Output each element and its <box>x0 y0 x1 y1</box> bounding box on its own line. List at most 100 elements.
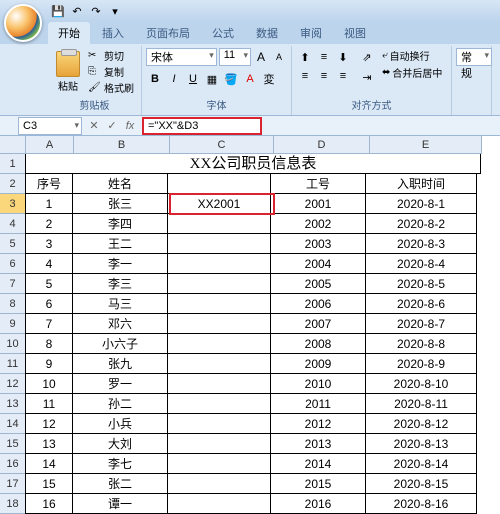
cell[interactable]: 姓名 <box>72 174 168 194</box>
align-top-button[interactable]: ⬆ <box>296 48 314 66</box>
cell[interactable]: 2008 <box>270 334 366 354</box>
italic-button[interactable]: I <box>165 70 183 88</box>
tab-review[interactable]: 审阅 <box>290 22 332 44</box>
border-button[interactable]: ▦ <box>203 70 221 88</box>
title-cell[interactable]: XX公司职员信息表 <box>25 154 481 174</box>
tab-layout[interactable]: 页面布局 <box>136 22 200 44</box>
fill-color-button[interactable]: 🪣 <box>222 70 240 88</box>
cell[interactable]: 大刘 <box>72 434 168 454</box>
row-header[interactable]: 6 <box>0 254 26 274</box>
cell[interactable]: 罗一 <box>72 374 168 394</box>
align-bottom-button[interactable]: ⬇ <box>334 48 352 66</box>
cell[interactable]: 2007 <box>270 314 366 334</box>
row-header[interactable]: 13 <box>0 394 26 414</box>
cell[interactable]: 15 <box>25 474 73 494</box>
cell[interactable]: 工号 <box>270 174 366 194</box>
row-header[interactable]: 1 <box>0 154 26 174</box>
bold-button[interactable]: B <box>146 70 164 88</box>
cell[interactable]: 邓六 <box>72 314 168 334</box>
row-header[interactable]: 18 <box>0 494 26 514</box>
cancel-icon[interactable]: ✕ <box>86 118 102 134</box>
cell[interactable]: 1 <box>25 194 73 214</box>
cell[interactable]: 李三 <box>72 274 168 294</box>
cell[interactable] <box>167 434 271 454</box>
cell[interactable]: 2020-8-16 <box>365 494 477 514</box>
font-name-select[interactable]: 宋体 <box>146 48 217 66</box>
shrink-font-button[interactable]: A <box>271 48 287 66</box>
tab-home[interactable]: 开始 <box>48 22 90 44</box>
formula-input[interactable]: ="XX"&D3 <box>142 117 262 135</box>
tab-data[interactable]: 数据 <box>246 22 288 44</box>
enter-icon[interactable]: ✓ <box>104 118 120 134</box>
cell[interactable]: 谭一 <box>72 494 168 514</box>
cell[interactable]: 张九 <box>72 354 168 374</box>
cell[interactable] <box>167 374 271 394</box>
cell[interactable]: 王二 <box>72 234 168 254</box>
row-header[interactable]: 14 <box>0 414 26 434</box>
undo-icon[interactable]: ↶ <box>69 3 85 19</box>
row-header[interactable]: 4 <box>0 214 26 234</box>
cell[interactable]: 李一 <box>72 254 168 274</box>
cell[interactable]: 7 <box>25 314 73 334</box>
cell[interactable]: 12 <box>25 414 73 434</box>
cell[interactable]: 2005 <box>270 274 366 294</box>
cell[interactable]: 2012 <box>270 414 366 434</box>
copy-button[interactable]: ⎘复制 <box>86 64 136 79</box>
phonetic-button[interactable]: 変 <box>260 70 278 88</box>
align-middle-button[interactable]: ≡ <box>315 48 333 66</box>
row-header[interactable]: 5 <box>0 234 26 254</box>
cell[interactable]: 2020-8-11 <box>365 394 477 414</box>
cell[interactable] <box>167 274 271 294</box>
cell[interactable]: 序号 <box>25 174 73 194</box>
cell[interactable] <box>167 414 271 434</box>
cell[interactable]: 9 <box>25 354 73 374</box>
cell[interactable]: 2020-8-14 <box>365 454 477 474</box>
cell[interactable]: 2015 <box>270 474 366 494</box>
paste-button[interactable]: 粘贴 <box>52 48 84 96</box>
cell[interactable] <box>167 174 271 194</box>
cell[interactable]: XX2001 <box>167 194 271 214</box>
cell[interactable]: 2016 <box>270 494 366 514</box>
row-header[interactable]: 12 <box>0 374 26 394</box>
cell[interactable]: 13 <box>25 434 73 454</box>
cell[interactable]: 2020-8-12 <box>365 414 477 434</box>
cell[interactable]: 2020-8-13 <box>365 434 477 454</box>
cell[interactable]: 2020-8-4 <box>365 254 477 274</box>
cell[interactable] <box>167 254 271 274</box>
select-all-corner[interactable] <box>0 136 26 154</box>
cell[interactable]: 小兵 <box>72 414 168 434</box>
font-size-select[interactable]: 11 <box>219 48 251 66</box>
redo-icon[interactable]: ↷ <box>88 3 104 19</box>
col-header[interactable]: D <box>274 136 370 154</box>
cell[interactable] <box>167 354 271 374</box>
cut-button[interactable]: ✂剪切 <box>86 48 136 63</box>
col-header[interactable]: B <box>74 136 170 154</box>
cell[interactable]: 8 <box>25 334 73 354</box>
cell[interactable]: 2020-8-6 <box>365 294 477 314</box>
cell[interactable] <box>167 394 271 414</box>
cell[interactable]: 2013 <box>270 434 366 454</box>
cell[interactable]: 2020-8-9 <box>365 354 477 374</box>
row-header[interactable]: 16 <box>0 454 26 474</box>
tab-insert[interactable]: 插入 <box>92 22 134 44</box>
qat-dropdown-icon[interactable]: ▾ <box>107 3 123 19</box>
cell[interactable]: 2014 <box>270 454 366 474</box>
cell[interactable]: 2011 <box>270 394 366 414</box>
col-header[interactable]: E <box>370 136 482 154</box>
underline-button[interactable]: U <box>184 70 202 88</box>
cell[interactable]: 16 <box>25 494 73 514</box>
cell[interactable] <box>167 294 271 314</box>
cell[interactable]: 2020-8-2 <box>365 214 477 234</box>
orientation-button[interactable]: ⇗ <box>358 48 376 66</box>
align-right-button[interactable]: ≡ <box>334 67 352 85</box>
cell[interactable]: 2 <box>25 214 73 234</box>
row-header[interactable]: 2 <box>0 174 26 194</box>
cell[interactable] <box>167 474 271 494</box>
font-color-button[interactable]: A <box>241 70 259 88</box>
cell[interactable]: 2002 <box>270 214 366 234</box>
cell[interactable]: 11 <box>25 394 73 414</box>
col-header[interactable]: A <box>26 136 74 154</box>
fx-icon[interactable]: fx <box>122 118 138 134</box>
tab-view[interactable]: 视图 <box>334 22 376 44</box>
cell[interactable]: 入职时间 <box>365 174 477 194</box>
